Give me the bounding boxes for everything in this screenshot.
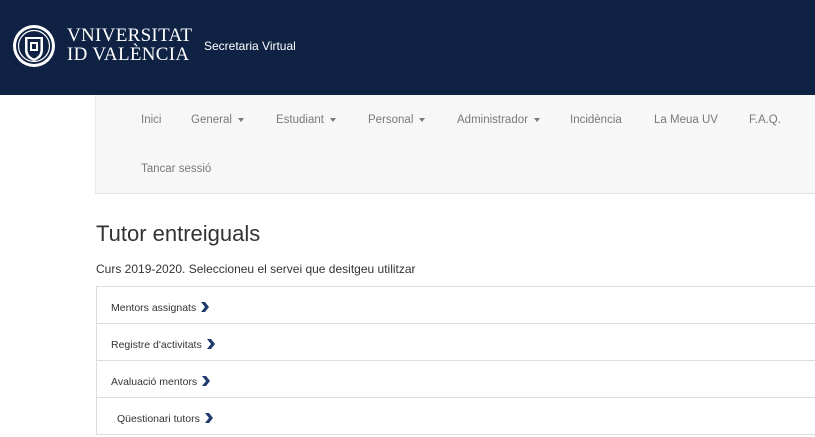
nav-item-administrador[interactable]: Administrador — [457, 114, 540, 126]
services-list: Mentors assignats Registre d'activitats … — [96, 286, 815, 435]
university-seal-icon[interactable] — [12, 22, 56, 70]
service-item-label: Avaluació mentors — [111, 376, 198, 388]
service-item-avaluacio-mentors[interactable]: Avaluació mentors — [96, 360, 815, 398]
service-item-registre-activitats[interactable]: Registre d'activitats — [96, 323, 815, 361]
nav-item-label: Tancar sessió — [141, 163, 212, 175]
nav-item-personal[interactable]: Personal — [368, 114, 426, 126]
service-item-label: Qüestionari tutors — [117, 413, 200, 425]
chevron-right-icon — [204, 413, 213, 423]
page-subtitle: Curs 2019-2020. Seleccioneu el servei qu… — [96, 262, 416, 276]
nav-item-label: La Meua UV — [654, 114, 718, 126]
caret-down-icon — [329, 117, 336, 122]
nav-item-la-meua-uv[interactable]: La Meua UV — [654, 114, 718, 126]
service-item-label: Registre d'activitats — [111, 339, 202, 351]
university-name-line2: ID VALÈNCIA — [67, 44, 190, 65]
service-item-questionari-tutors[interactable]: Qüestionari tutors — [96, 397, 815, 435]
caret-down-icon — [533, 117, 540, 122]
service-item-label: Mentors assignats — [111, 302, 197, 314]
site-header: VNIVERSITAT ID VALÈNCIA Secretaria Virtu… — [0, 0, 815, 95]
nav-item-label: General — [191, 114, 232, 126]
nav-item-faq[interactable]: F.A.Q. — [749, 114, 781, 126]
nav-item-tancar-sessio[interactable]: Tancar sessió — [141, 163, 211, 175]
nav-item-label: Inici — [141, 114, 162, 126]
nav-item-general[interactable]: General — [191, 114, 244, 126]
caret-down-icon — [237, 117, 244, 122]
site-title: Secretaria Virtual — [204, 39, 296, 53]
chevron-right-icon — [206, 339, 215, 349]
nav-item-inici[interactable]: Inici — [141, 114, 161, 126]
university-name[interactable]: VNIVERSITAT ID VALÈNCIA — [67, 26, 192, 64]
nav-item-label: F.A.Q. — [749, 114, 781, 126]
caret-down-icon — [419, 117, 426, 122]
nav-item-estudiant[interactable]: Estudiant — [276, 114, 336, 126]
main-navbar: Inici General Estudiant Personal Adminis… — [95, 95, 815, 194]
chevron-right-icon — [202, 376, 211, 386]
nav-item-label: Administrador — [457, 114, 528, 126]
nav-item-label: Estudiant — [276, 114, 324, 126]
university-name-line1: VNIVERSITAT — [67, 25, 193, 46]
chevron-right-icon — [201, 302, 210, 312]
nav-item-incidencia[interactable]: Incidència — [570, 114, 622, 126]
service-item-mentors-assignats[interactable]: Mentors assignats — [96, 286, 815, 324]
nav-item-label: Incidència — [570, 114, 622, 126]
page-title: Tutor entreiguals — [96, 221, 261, 246]
nav-item-label: Personal — [368, 114, 414, 126]
